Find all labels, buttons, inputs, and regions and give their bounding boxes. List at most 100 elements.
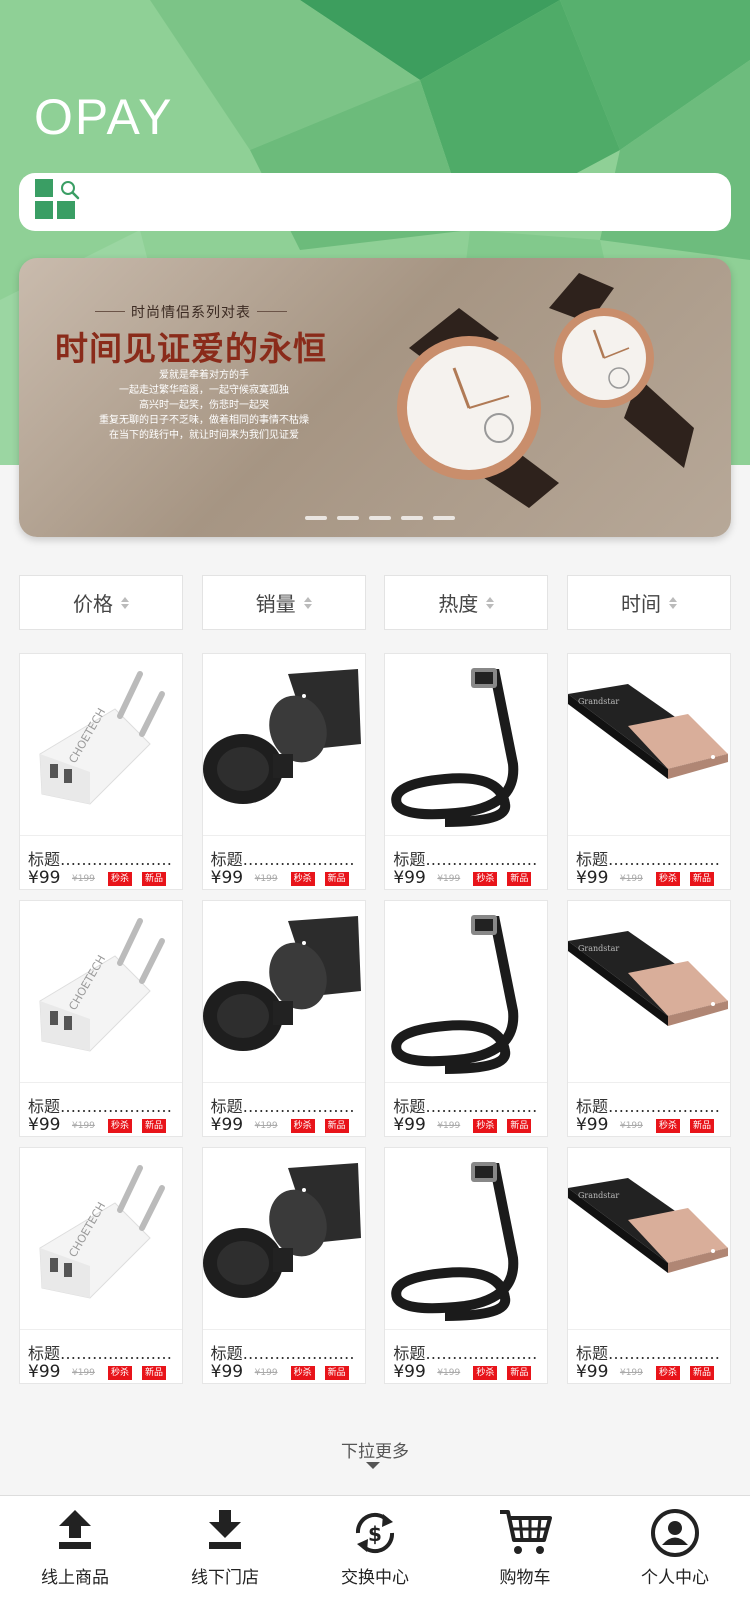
product-old-price: ¥199 (72, 1368, 95, 1378)
product-title[interactable]: 标题………………… (393, 1093, 537, 1117)
tab-label: 线上商品 (41, 1568, 109, 1588)
product-image[interactable]: Grandstar (567, 1148, 730, 1330)
search-input[interactable] (105, 183, 705, 221)
banner-title: 时间见证爱的永恒 (55, 329, 327, 368)
carousel-dot[interactable] (369, 516, 391, 520)
sort-tab-popularity[interactable]: 热度 (384, 575, 549, 630)
product-price: ¥99 (210, 1115, 244, 1135)
product-image[interactable] (385, 1148, 548, 1330)
sort-tab-label: 热度 (438, 592, 479, 616)
carousel-dot[interactable] (433, 516, 455, 520)
product-title[interactable]: 标题………………… (576, 1093, 720, 1117)
product-price: ¥99 (210, 1362, 244, 1382)
product-price: ¥99 (28, 1362, 61, 1382)
product-old-price: ¥199 (72, 874, 95, 884)
product-price: ¥99 (28, 1115, 61, 1135)
flash-sale-badge: 秒杀 (290, 872, 315, 886)
product-card[interactable]: 标题………………… ¥99 ¥199 秒杀 新品 (384, 900, 549, 1137)
product-title[interactable]: 标题………………… (576, 846, 720, 870)
new-badge: 新品 (324, 1366, 349, 1380)
banner-line: 爱就是牵着对方的手 (159, 370, 249, 381)
flash-sale-badge: 秒杀 (108, 1366, 133, 1380)
product-old-price: ¥199 (437, 1121, 461, 1131)
flash-sale-badge: 秒杀 (290, 1119, 315, 1133)
product-card[interactable]: Grandstar 标题………………… ¥99 ¥199 秒杀 新品 (566, 900, 731, 1137)
product-card[interactable]: CHOETECH 标题………………… ¥99 ¥199 秒杀 新品 (19, 653, 183, 890)
product-image[interactable] (202, 654, 365, 836)
banner-copy: 爱就是牵着对方的手 一起走过繁华喧嚣，一起守候寂寞孤独 高兴时一起笑，伤悲时一起… (89, 368, 319, 443)
promo-banner[interactable]: 时尚情侣系列对表 时间见证爱的永恒 爱就是牵着对方的手 一起走过繁华喧嚣，一起守… (19, 258, 731, 537)
svg-text:Grandstar: Grandstar (578, 944, 619, 953)
product-image[interactable]: CHOETECH (20, 654, 182, 836)
carousel-dot[interactable] (305, 516, 327, 520)
sort-arrows-icon (303, 596, 312, 609)
sort-tab-label: 价格 (73, 592, 113, 616)
sort-tab-sales[interactable]: 销量 (201, 575, 366, 630)
product-old-price: ¥199 (72, 1121, 95, 1131)
product-title[interactable]: 标题………………… (28, 846, 172, 870)
product-title[interactable]: 标题………………… (211, 1340, 355, 1364)
product-price: ¥99 (575, 868, 609, 888)
sort-tab-time[interactable]: 时间 (566, 575, 731, 630)
product-title[interactable]: 标题………………… (393, 1340, 537, 1364)
product-price: ¥99 (393, 868, 426, 888)
tab-label: 线下门店 (191, 1568, 259, 1588)
flash-sale-badge: 秒杀 (473, 1366, 498, 1380)
tab-label: 个人中心 (641, 1568, 709, 1588)
exchange-icon: $ (355, 1512, 395, 1554)
sort-tab-label: 时间 (620, 592, 661, 616)
search-bar[interactable] (19, 173, 731, 231)
product-card[interactable]: Grandstar 标题………………… ¥99 ¥199 秒杀 新品 (566, 1147, 731, 1384)
new-badge: 新品 (507, 872, 532, 886)
tab-label: 购物车 (499, 1568, 551, 1588)
brand-logo: OPAY (34, 89, 174, 145)
product-image[interactable] (202, 901, 365, 1083)
carousel-dot[interactable] (337, 516, 359, 520)
new-badge: 新品 (324, 872, 349, 886)
pull-more-hint[interactable]: 下拉更多 (0, 1437, 750, 1462)
product-title[interactable]: 标题………………… (28, 1093, 172, 1117)
product-card[interactable]: 标题………………… ¥99 ¥199 秒杀 新品 (201, 1147, 366, 1384)
tab-offline-stores[interactable]: 线下门店 (150, 1496, 300, 1600)
product-image[interactable]: Grandstar (567, 654, 730, 836)
product-image[interactable]: CHOETECH (20, 901, 182, 1083)
product-card[interactable]: 标题………………… ¥99 ¥199 秒杀 新品 (201, 900, 366, 1137)
banner-line: 重复无聊的日子不乏味，做着相同的事情不枯燥 (99, 415, 309, 426)
tab-online-products[interactable]: 线上商品 (0, 1496, 150, 1600)
tab-exchange-center[interactable]: $ 交换中心 (300, 1496, 450, 1600)
product-title[interactable]: 标题………………… (28, 1340, 172, 1364)
product-card[interactable]: Grandstar 标题………………… ¥99 ¥199 秒杀 新品 (566, 653, 731, 890)
tab-profile[interactable]: 个人中心 (600, 1496, 750, 1600)
user-icon (651, 1509, 699, 1557)
flash-sale-badge: 秒杀 (655, 1366, 680, 1380)
flash-sale-badge: 秒杀 (473, 1119, 498, 1133)
tab-label: 交换中心 (341, 1568, 409, 1588)
product-title[interactable]: 标题………………… (576, 1340, 720, 1364)
product-card[interactable]: 标题………………… ¥99 ¥199 秒杀 新品 (201, 653, 366, 890)
product-card[interactable]: 标题………………… ¥99 ¥199 秒杀 新品 (384, 1147, 549, 1384)
product-card[interactable]: CHOETECH 标题………………… ¥99 ¥199 秒杀 新品 (19, 900, 183, 1137)
sort-arrows-icon (121, 596, 129, 609)
flash-sale-badge: 秒杀 (473, 872, 498, 886)
carousel-dot[interactable] (401, 516, 423, 520)
product-image[interactable] (385, 654, 548, 836)
new-badge: 新品 (142, 872, 167, 886)
search-icon[interactable] (59, 179, 81, 201)
product-price: ¥99 (575, 1362, 609, 1382)
product-image[interactable] (385, 901, 548, 1083)
product-image[interactable]: Grandstar (567, 901, 730, 1083)
product-title[interactable]: 标题………………… (393, 846, 537, 870)
bottom-tab-bar: 线上商品 线下门店 $ 交换中心 购物车 个人中心 (0, 1495, 750, 1600)
product-image[interactable] (202, 1148, 365, 1330)
product-card[interactable]: CHOETECH 标题………………… ¥99 ¥199 秒杀 新品 (19, 1147, 183, 1384)
tab-cart[interactable]: 购物车 (450, 1496, 600, 1600)
sort-tab-price[interactable]: 价格 (19, 575, 183, 630)
carousel-indicator[interactable] (305, 516, 455, 520)
watches-image (397, 273, 694, 508)
product-price: ¥99 (28, 868, 61, 888)
product-card[interactable]: 标题………………… ¥99 ¥199 秒杀 新品 (384, 653, 549, 890)
product-image[interactable]: CHOETECH (20, 1148, 182, 1330)
product-title[interactable]: 标题………………… (211, 846, 355, 870)
product-title[interactable]: 标题………………… (211, 1093, 355, 1117)
new-badge: 新品 (689, 1119, 714, 1133)
